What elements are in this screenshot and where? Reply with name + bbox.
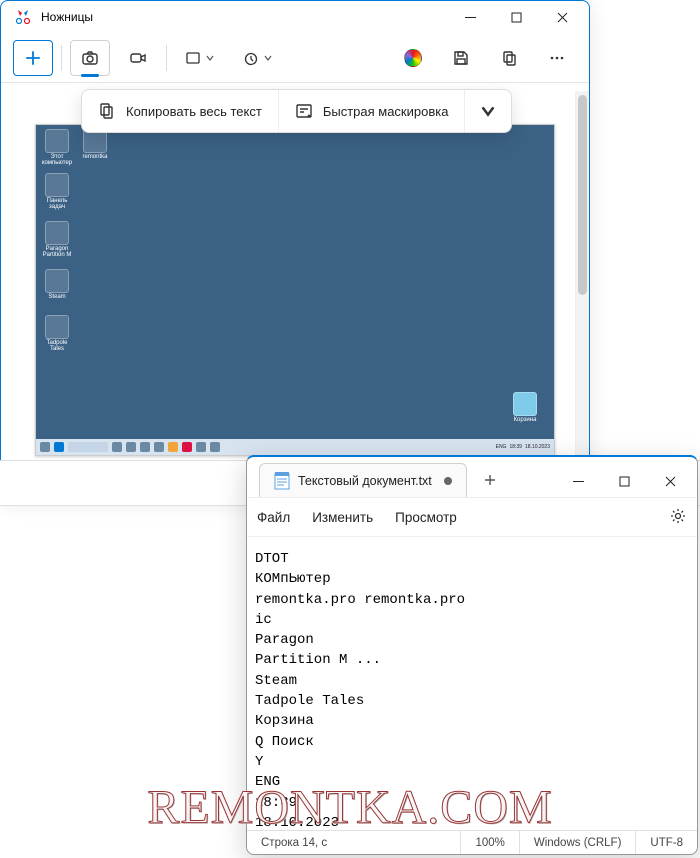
menu-edit[interactable]: Изменить [312, 510, 373, 525]
desktop-icon-recycle-bin: Корзина [508, 392, 542, 423]
separator [166, 45, 167, 71]
save-button[interactable] [441, 40, 481, 76]
titlebar: Ножницы [1, 1, 589, 33]
text-actions-popup: Копировать весь текст Быстрая маскировка [81, 89, 512, 133]
notepad-icon [274, 472, 290, 490]
close-button[interactable] [539, 1, 585, 33]
status-cursor: Строка 14, с [247, 831, 461, 854]
screenshot-tray: ENG 18:39 18.10.2023 [496, 444, 550, 450]
desktop-icon: Этот компьютер [40, 129, 74, 166]
canvas-area: Этот компьютерremontkaПанель задач Parago… [11, 91, 579, 489]
actions-dropdown[interactable] [465, 90, 511, 132]
new-snip-button[interactable] [13, 40, 53, 76]
desktop-icon: remontka [78, 129, 112, 160]
menu-view[interactable]: Просмотр [395, 510, 457, 525]
video-mode-button[interactable] [118, 40, 158, 76]
status-eol: Windows (CRLF) [520, 831, 637, 854]
separator [61, 45, 62, 71]
notepad-text-area[interactable]: DTOT КОМпЬютер remontka.pro remontka.pro… [247, 537, 697, 830]
notepad-maximize-button[interactable] [601, 465, 647, 497]
desktop-icon: Paragon Partition M [40, 221, 74, 258]
snip-shape-dropdown[interactable] [175, 40, 225, 76]
copy-button[interactable] [489, 40, 529, 76]
document-tab[interactable]: Текстовый документ.txt [259, 463, 467, 497]
notepad-menubar: Файл Изменить Просмотр [247, 497, 697, 537]
minimize-button[interactable] [447, 1, 493, 33]
photo-mode-button[interactable] [70, 40, 110, 76]
new-tab-button[interactable] [473, 463, 507, 497]
notepad-titlebar: Текстовый документ.txt [247, 457, 697, 497]
status-zoom: 100% [461, 831, 519, 854]
notepad-statusbar: Строка 14, с 100% Windows (CRLF) UTF-8 [247, 830, 697, 854]
toolbar [1, 33, 589, 83]
menu-file[interactable]: Файл [257, 510, 290, 525]
desktop-icon: Панель задач [40, 173, 74, 210]
status-encoding: UTF-8 [636, 831, 697, 854]
notepad-window: Текстовый документ.txt Файл Изменить Про… [246, 455, 698, 855]
quick-redact-button[interactable]: Быстрая маскировка [279, 90, 466, 132]
screenshot-taskbar: ENG 18:39 18.10.2023 [36, 439, 554, 455]
window-title: Ножницы [41, 10, 447, 24]
desktop-icon: Steam [40, 269, 74, 300]
notepad-close-button[interactable] [647, 465, 693, 497]
copy-all-text-button[interactable]: Копировать весь текст [82, 90, 279, 132]
quick-redact-label: Быстрая маскировка [323, 104, 449, 119]
more-button[interactable] [537, 40, 577, 76]
delay-dropdown[interactable] [233, 40, 283, 76]
unsaved-indicator-icon [444, 477, 452, 485]
desktop-icon: Tadpole Tales [40, 315, 74, 352]
snipping-tool-window: Ножницы Копирова [0, 0, 590, 500]
vertical-scrollbar[interactable] [575, 91, 589, 489]
settings-button[interactable] [669, 507, 687, 528]
captured-screenshot[interactable]: Этот компьютерremontkaПанель задач Parago… [35, 124, 555, 456]
copy-all-text-label: Копировать весь текст [126, 104, 262, 119]
notepad-minimize-button[interactable] [555, 465, 601, 497]
edit-in-paint-button[interactable] [393, 40, 433, 76]
maximize-button[interactable] [493, 1, 539, 33]
snipping-tool-icon [15, 9, 31, 25]
document-filename: Текстовый документ.txt [298, 474, 432, 488]
